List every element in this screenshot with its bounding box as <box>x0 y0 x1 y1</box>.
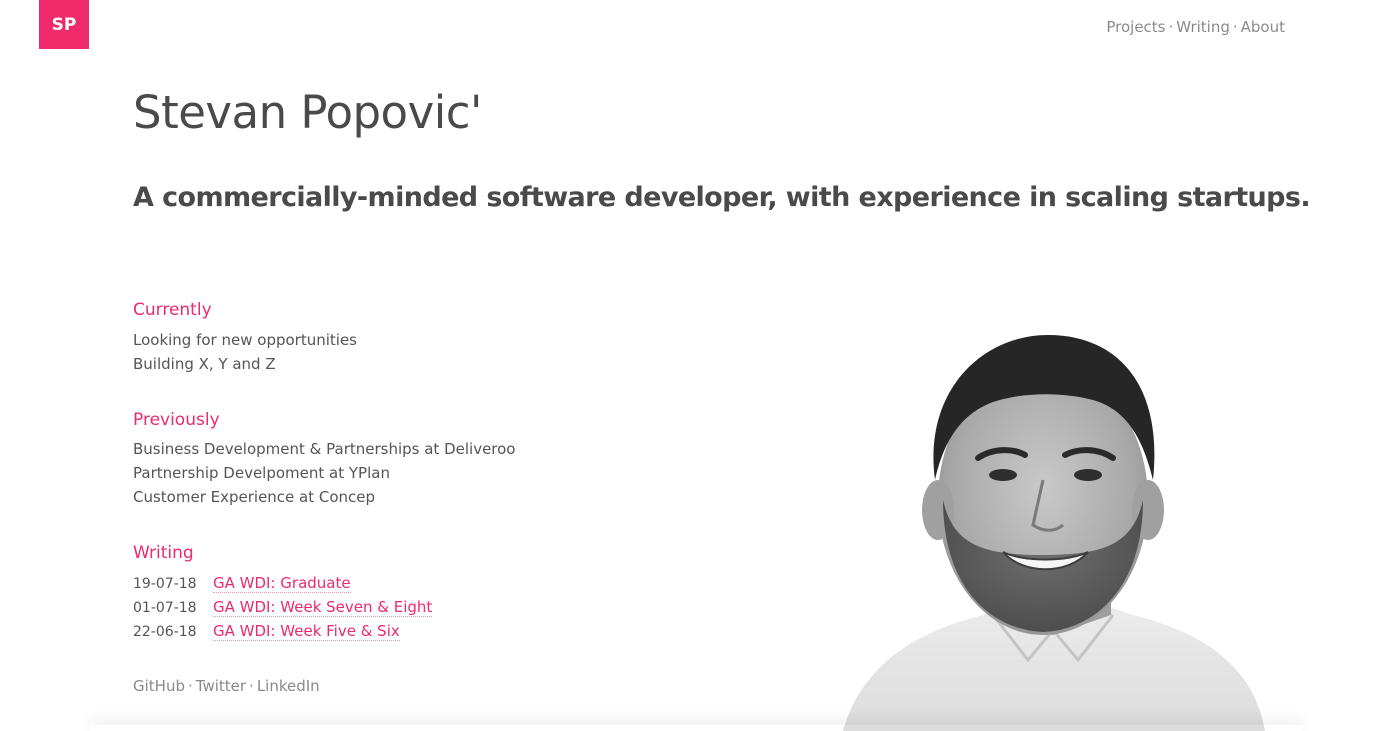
post-date: 22-06-18 <box>133 624 197 640</box>
nav-projects-link[interactable]: Projects <box>1106 18 1165 36</box>
linkedin-link[interactable]: LinkedIn <box>257 677 320 695</box>
social-separator: · <box>249 677 254 695</box>
portrait-photo <box>843 335 1265 731</box>
page-title: Stevan Popovic' <box>133 86 482 139</box>
post-date: 19-07-18 <box>133 576 197 592</box>
currently-item: Building X, Y and Z <box>133 355 276 373</box>
post-link[interactable]: GA WDI: Graduate <box>213 574 351 593</box>
github-link[interactable]: GitHub <box>133 677 185 695</box>
page: SP Projects · Writing · About Stevan Popovic… <box>0 0 1393 731</box>
post-link[interactable]: GA WDI: Week Five & Six <box>213 622 400 641</box>
writing-heading: Writing <box>133 543 194 563</box>
post-date: 01-07-18 <box>133 600 197 616</box>
nav-separator: · <box>1168 18 1174 36</box>
top-nav: Projects · Writing · About <box>1106 18 1285 36</box>
post-row: 22-06-18 GA WDI: Week Five & Six <box>133 622 400 641</box>
logo-home-link[interactable]: SP <box>39 0 89 49</box>
bottom-shadow <box>90 725 1303 731</box>
social-links: GitHub · Twitter · LinkedIn <box>133 677 320 695</box>
social-separator: · <box>187 677 193 695</box>
previously-item: Business Development & Partnerships at D… <box>133 440 516 458</box>
previously-heading: Previously <box>133 410 220 430</box>
post-link[interactable]: GA WDI: Week Seven & Eight <box>213 598 433 617</box>
post-row: 01-07-18 GA WDI: Week Seven & Eight <box>133 598 433 617</box>
tagline: A commercially-minded software developer… <box>133 182 1311 213</box>
nav-writing-link[interactable]: Writing <box>1176 18 1230 36</box>
post-row: 19-07-18 GA WDI: Graduate <box>133 574 351 593</box>
nav-separator: · <box>1232 18 1238 36</box>
twitter-link[interactable]: Twitter <box>196 677 246 695</box>
currently-item: Looking for new opportunities <box>133 331 357 349</box>
previously-item: Customer Experience at Concep <box>133 488 376 506</box>
nav-about-link[interactable]: About <box>1241 18 1285 36</box>
previously-item: Partnership Develpoment at YPlan <box>133 464 390 482</box>
currently-heading: Currently <box>133 300 212 320</box>
